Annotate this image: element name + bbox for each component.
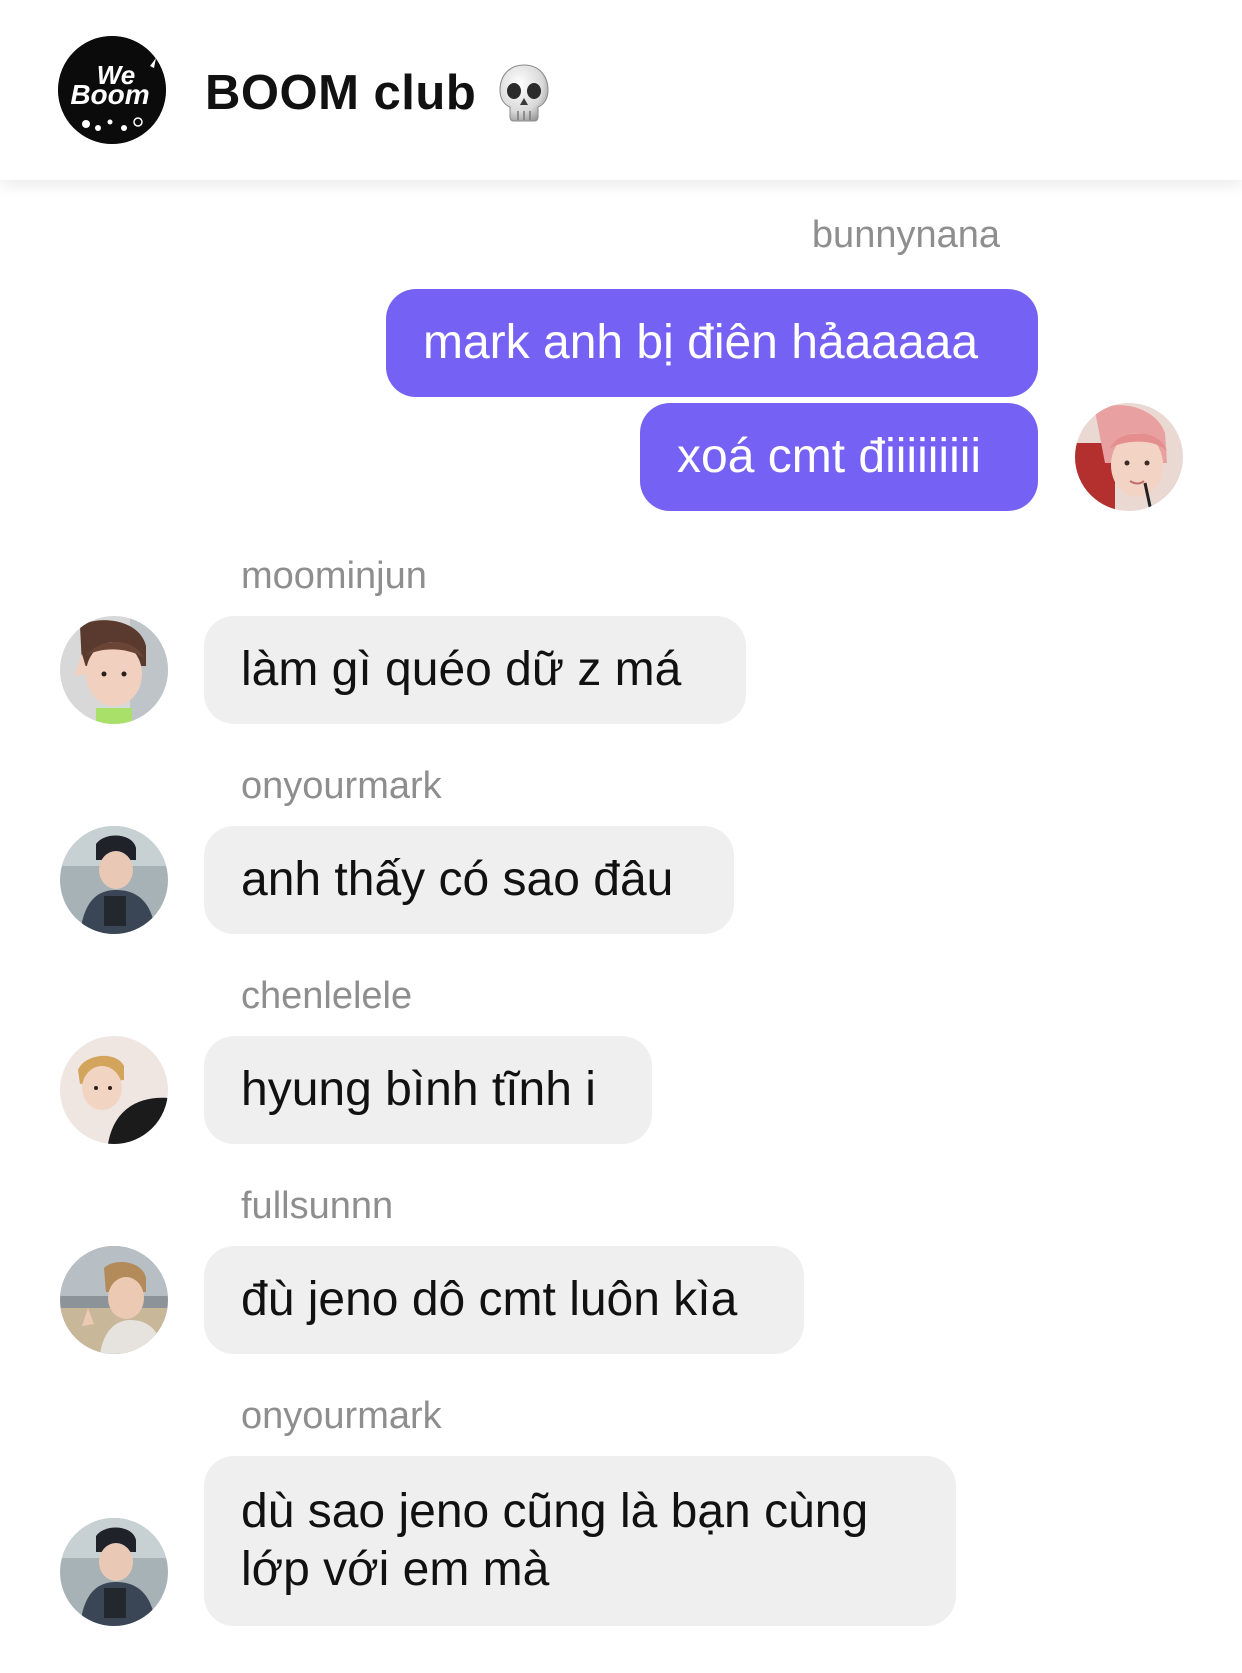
avatar-fullsunnn[interactable] xyxy=(60,1246,168,1354)
message-bubble-incoming[interactable]: làm gì quéo dữ z má xyxy=(204,616,746,724)
avatar-moominjun[interactable] xyxy=(60,616,168,724)
logo-text-bottom: Boom xyxy=(70,79,149,110)
sender-name: bunnynana xyxy=(811,214,1000,256)
message-bubble-incoming[interactable]: anh thấy có sao đâu xyxy=(204,826,734,934)
avatar-photo xyxy=(1075,403,1183,511)
sender-name: moominjun xyxy=(241,555,427,597)
avatar-chenlelele[interactable] xyxy=(60,1036,168,1144)
avatar-photo xyxy=(60,1036,168,1144)
avatar-photo xyxy=(60,616,168,724)
sender-name: onyourmark xyxy=(241,765,442,807)
avatar-photo xyxy=(60,1246,168,1354)
avatar-onyourmark[interactable] xyxy=(60,826,168,934)
skull-icon xyxy=(499,64,549,122)
avatar-photo xyxy=(60,1518,168,1626)
chat-header: We Boom BOOM club xyxy=(0,0,1242,180)
avatar-photo xyxy=(60,826,168,934)
message-bubble-outgoing[interactable]: xoá cmt điiiiiiiii xyxy=(640,403,1038,511)
sender-name: onyourmark xyxy=(241,1395,442,1437)
avatar-bunnynana[interactable] xyxy=(1075,403,1183,511)
weboom-logo: We Boom xyxy=(58,36,166,144)
message-bubble-incoming[interactable]: đù jeno dô cmt luôn kìa xyxy=(204,1246,804,1354)
sender-name: chenlelele xyxy=(241,975,413,1017)
avatar-onyourmark[interactable] xyxy=(60,1518,168,1626)
sender-name: fullsunnn xyxy=(241,1185,394,1227)
group-title-row: BOOM club xyxy=(205,58,552,128)
message-bubble-incoming[interactable]: dù sao jeno cũng là bạn cùng lớp với em … xyxy=(204,1456,956,1626)
group-title: BOOM club xyxy=(205,66,477,120)
group-avatar[interactable]: We Boom xyxy=(58,36,166,144)
message-bubble-outgoing[interactable]: mark anh bị điên hảaaaaa xyxy=(386,289,1038,397)
message-bubble-incoming[interactable]: hyung bình tĩnh i xyxy=(204,1036,652,1144)
